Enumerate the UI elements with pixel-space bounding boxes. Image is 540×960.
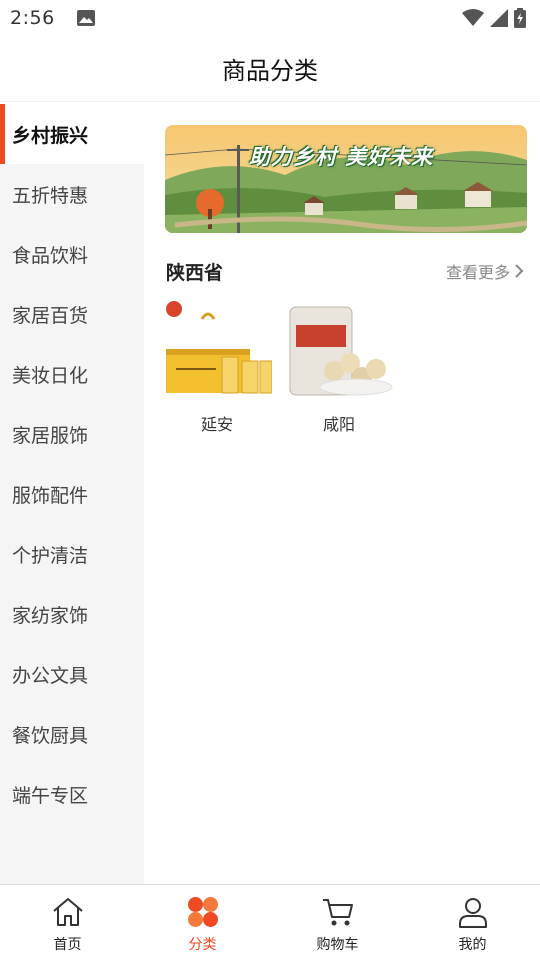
tab-label: 分类 (188, 937, 217, 953)
category-sidebar: 乡村振兴 五折特惠 食品饮料 家居百货 美妆日化 家居服饰 服饰配件 个护清洁 … (0, 104, 144, 884)
category-content: 助力乡村 美好未来 陕西省 查看更多 延安 咸阳 (144, 104, 540, 884)
wifi-icon (462, 9, 484, 26)
promo-banner[interactable]: 助力乡村 美好未来 (165, 125, 527, 233)
sidebar-item-personal-care[interactable]: 个护清洁 (0, 524, 144, 584)
product-name: 咸阳 (322, 415, 355, 434)
tab-profile[interactable]: 我的 (405, 885, 540, 960)
sidebar-item-dragon-boat[interactable]: 端午专区 (0, 764, 144, 824)
status-time: 2:56 (10, 7, 55, 29)
sidebar-item-home-apparel[interactable]: 家居服饰 (0, 404, 144, 464)
battery-charging-icon (514, 8, 526, 28)
tab-label: 我的 (458, 937, 487, 953)
page-title: 商品分类 (222, 57, 318, 85)
sidebar-item-accessories[interactable]: 服饰配件 (0, 464, 144, 524)
sidebar-item-food-drink[interactable]: 食品饮料 (0, 224, 144, 284)
sidebar-item-household-goods[interactable]: 家居百货 (0, 284, 144, 344)
view-more-link[interactable]: 查看更多 (446, 259, 524, 283)
sidebar-item-half-price[interactable]: 五折特惠 (0, 164, 144, 224)
product-grid: 延安 咸阳 (162, 299, 394, 435)
banner-slogan: 助力乡村 美好未来 (249, 145, 434, 169)
product-item-yanan[interactable]: 延安 (162, 299, 272, 435)
status-bar: 2:56 (0, 0, 540, 36)
tab-category[interactable]: 分类 (135, 885, 270, 960)
tab-cart[interactable]: 购物车 (270, 885, 405, 960)
sidebar-item-kitchenware[interactable]: 餐饮厨具 (0, 704, 144, 764)
province-section-header: 陕西省 查看更多 (166, 254, 524, 288)
category-icon (187, 897, 218, 927)
section-title: 陕西省 (166, 261, 224, 284)
sidebar-item-stationery[interactable]: 办公文具 (0, 644, 144, 704)
chevron-right-icon (515, 264, 524, 278)
product-item-xianyang[interactable]: 咸阳 (284, 299, 394, 435)
xianyang-product-image (289, 306, 393, 396)
signal-icon (490, 9, 508, 27)
yanan-product-image (166, 301, 272, 394)
view-more-label: 查看更多 (445, 263, 510, 282)
status-icons (462, 8, 526, 28)
category-page: 2:56 商品分类 乡村振兴 五折特惠 食品饮料 家居百货 美妆日化 家居服饰 … (0, 0, 540, 960)
image-icon (76, 10, 95, 26)
header: 商品分类 (0, 36, 540, 102)
sidebar-item-rural-revitalization[interactable]: 乡村振兴 (0, 104, 144, 164)
tab-home[interactable]: 首页 (0, 885, 135, 960)
sidebar-item-beauty[interactable]: 美妆日化 (0, 344, 144, 404)
tab-label: 首页 (53, 937, 82, 953)
cart-icon (322, 899, 353, 926)
home-icon (52, 898, 83, 926)
tab-label: 购物车 (316, 937, 359, 953)
sidebar-item-home-textiles[interactable]: 家纺家饰 (0, 584, 144, 644)
bottom-tab-bar: 首页 分类 购物车 我的 (0, 884, 540, 960)
product-name: 延安 (200, 415, 233, 434)
user-icon (458, 898, 487, 928)
